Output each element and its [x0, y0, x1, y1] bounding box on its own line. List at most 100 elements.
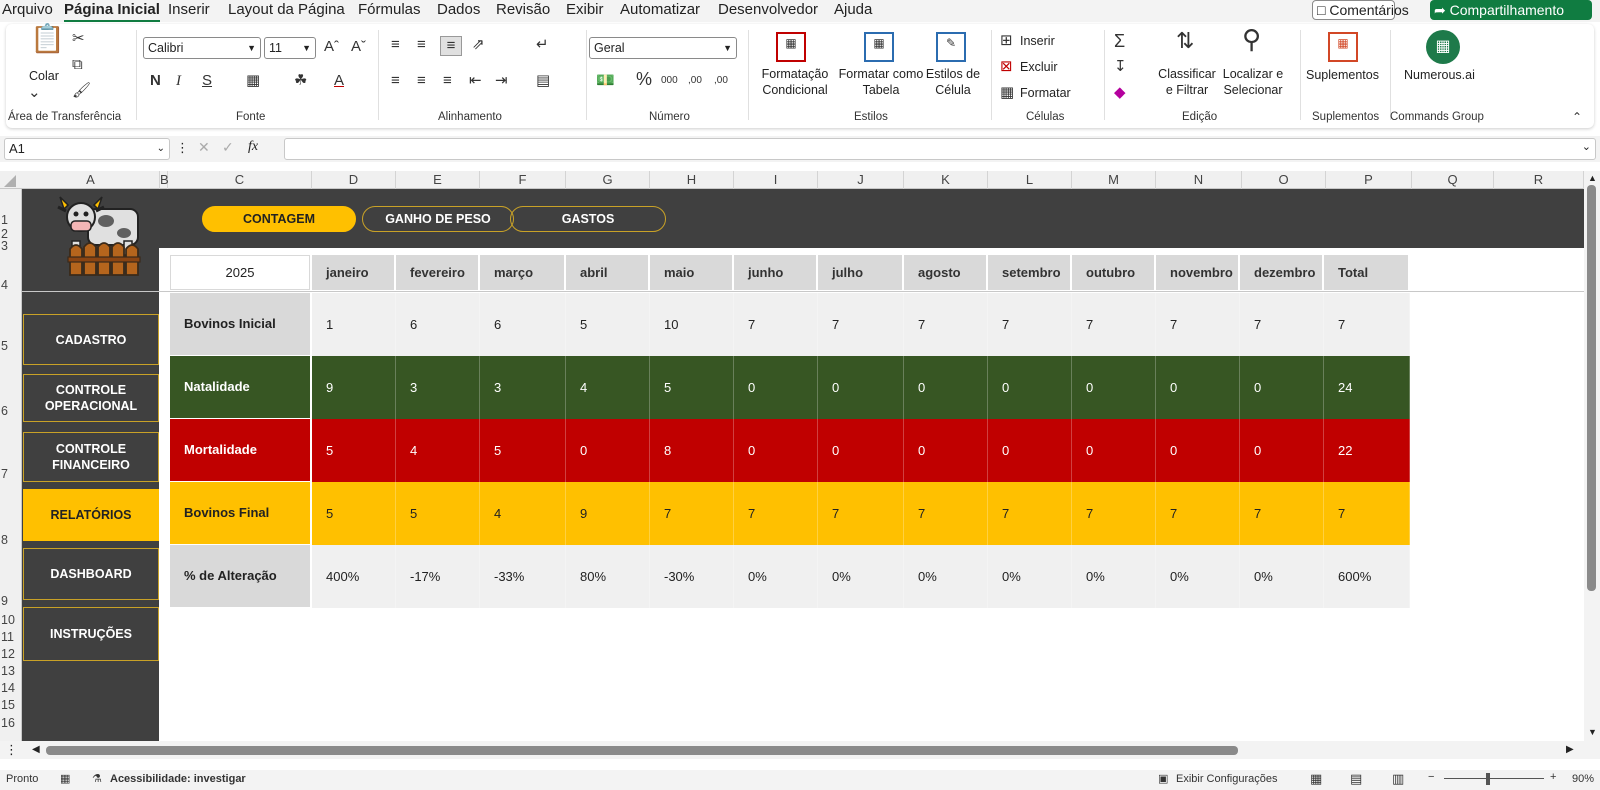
table-cell[interactable]: 1: [312, 293, 396, 356]
table-cell[interactable]: 0: [566, 419, 650, 482]
zoom-out-icon[interactable]: −: [1428, 771, 1434, 783]
nav-cadastro[interactable]: CADASTRO: [23, 314, 159, 365]
table-cell[interactable]: 7: [904, 482, 988, 545]
sort-filter-icon[interactable]: ⇅: [1176, 30, 1194, 52]
column-header-E[interactable]: E: [396, 171, 480, 189]
accessibility-status[interactable]: Acessibilidade: investigar: [110, 773, 246, 785]
row-header-1[interactable]: 1: [0, 213, 22, 227]
format-as-table-button[interactable]: Formatar como Tabela: [836, 66, 926, 98]
nav-instruções[interactable]: INSTRUÇÕES: [23, 607, 159, 661]
table-cell[interactable]: 0: [818, 356, 904, 419]
wrap-text-icon[interactable]: ↵: [536, 36, 549, 54]
delete-cells-button[interactable]: Excluir: [1020, 59, 1058, 75]
clear-icon[interactable]: ◆: [1114, 84, 1126, 102]
vertical-scroll-thumb[interactable]: [1587, 185, 1596, 591]
table-cell[interactable]: 8: [650, 419, 734, 482]
zoom-in-icon[interactable]: +: [1550, 771, 1556, 783]
table-cell[interactable]: 5: [312, 482, 396, 545]
increase-font-icon[interactable]: Aˆ: [324, 38, 339, 56]
horizontal-scrollbar[interactable]: ⋮ ◀ ▶: [0, 741, 1600, 759]
column-header-Q[interactable]: Q: [1412, 171, 1494, 189]
nav-controle-operacional[interactable]: CONTROLE OPERACIONAL: [23, 374, 159, 422]
month-header[interactable]: Total: [1324, 255, 1408, 290]
page-break-icon[interactable]: ▥: [1392, 771, 1404, 787]
normal-view-icon[interactable]: ▦: [1310, 771, 1322, 787]
month-header[interactable]: maio: [650, 255, 732, 290]
column-header-C[interactable]: C: [168, 171, 312, 189]
table-cell[interactable]: 0: [818, 419, 904, 482]
menu-item-1[interactable]: Página Inicial: [64, 0, 160, 22]
align-right-icon[interactable]: ≡: [443, 72, 452, 90]
table-cell[interactable]: 0%: [818, 545, 904, 608]
table-cell[interactable]: 5: [480, 419, 566, 482]
menu-item-5[interactable]: Dados: [437, 0, 480, 22]
row-label[interactable]: Bovinos Inicial: [170, 293, 310, 355]
table-cell[interactable]: 3: [396, 356, 480, 419]
row-header-13[interactable]: 13: [0, 664, 22, 678]
row-header-8[interactable]: 8: [0, 533, 22, 547]
table-cell[interactable]: -33%: [480, 545, 566, 608]
tab-ganho-de-peso[interactable]: GANHO DE PESO: [362, 206, 514, 232]
decrease-indent-icon[interactable]: ⇤: [469, 72, 482, 90]
menu-item-0[interactable]: Arquivo: [2, 0, 53, 22]
table-cell[interactable]: 7: [1156, 293, 1240, 356]
formula-input[interactable]: ⌄: [284, 138, 1596, 160]
numerous-ai-icon[interactable]: ▦: [1426, 30, 1460, 64]
nav-controle-financeiro[interactable]: CONTROLE FINANCEIRO: [23, 432, 159, 482]
month-header[interactable]: abril: [566, 255, 648, 290]
month-header[interactable]: março: [480, 255, 564, 290]
font-name-select[interactable]: Calibri ▼: [143, 37, 261, 59]
column-header-G[interactable]: G: [566, 171, 650, 189]
addins-icon[interactable]: ▦: [1328, 32, 1358, 62]
fill-icon[interactable]: ↧: [1114, 58, 1127, 76]
menu-item-2[interactable]: Inserir: [168, 0, 210, 22]
table-cell[interactable]: 7: [818, 482, 904, 545]
column-header-B[interactable]: B: [160, 171, 169, 189]
orientation-icon[interactable]: ⇗: [472, 36, 485, 54]
display-settings-icon[interactable]: ▣: [1158, 772, 1168, 785]
format-as-table-icon[interactable]: ▦: [864, 32, 894, 62]
row-header-10[interactable]: 10: [0, 613, 22, 627]
table-cell[interactable]: 0: [904, 356, 988, 419]
scroll-up-icon[interactable]: ▲: [1588, 173, 1597, 183]
borders-icon[interactable]: ▦: [246, 72, 260, 90]
month-header[interactable]: fevereiro: [396, 255, 478, 290]
table-cell[interactable]: 0: [1240, 356, 1324, 419]
table-cell[interactable]: 7: [1324, 293, 1410, 356]
zoom-slider[interactable]: [1444, 778, 1544, 779]
vertical-scrollbar[interactable]: ▲ ▼: [1584, 171, 1600, 741]
table-cell[interactable]: 7: [988, 293, 1072, 356]
column-header-M[interactable]: M: [1072, 171, 1156, 189]
table-cell[interactable]: 6: [396, 293, 480, 356]
column-header-A[interactable]: A: [22, 171, 160, 189]
table-cell[interactable]: 0%: [1156, 545, 1240, 608]
nav-dashboard[interactable]: DASHBOARD: [23, 548, 159, 600]
insert-cells-button[interactable]: Inserir: [1020, 33, 1055, 49]
row-label[interactable]: % de Alteração: [170, 545, 310, 607]
name-box[interactable]: A1 ⌄: [4, 138, 170, 160]
table-cell[interactable]: 22: [1324, 419, 1410, 482]
format-cells-icon[interactable]: ▦: [1000, 84, 1014, 102]
row-header-7[interactable]: 7: [0, 467, 22, 481]
horizontal-scroll-thumb[interactable]: [46, 746, 1238, 755]
column-header-H[interactable]: H: [650, 171, 734, 189]
row-header-3[interactable]: 3: [0, 239, 22, 253]
row-label[interactable]: Natalidade: [170, 356, 310, 418]
chevron-down-icon[interactable]: ⌄: [28, 84, 41, 102]
number-format-select[interactable]: Geral ▼: [589, 37, 737, 59]
menu-item-7[interactable]: Exibir: [566, 0, 604, 22]
cell-styles-button[interactable]: Estilos de Célula: [924, 66, 982, 98]
column-header-N[interactable]: N: [1156, 171, 1242, 189]
table-cell[interactable]: 24: [1324, 356, 1410, 419]
column-header-J[interactable]: J: [818, 171, 904, 189]
column-header-F[interactable]: F: [480, 171, 566, 189]
table-cell[interactable]: 0%: [988, 545, 1072, 608]
conditional-format-button[interactable]: Formatação Condicional: [758, 66, 832, 98]
align-center-icon[interactable]: ≡: [417, 72, 426, 90]
column-header-P[interactable]: P: [1326, 171, 1412, 189]
table-cell[interactable]: 7: [650, 482, 734, 545]
tab-gastos[interactable]: GASTOS: [510, 206, 666, 232]
table-cell[interactable]: 0: [1156, 356, 1240, 419]
menu-item-3[interactable]: Layout da Página: [228, 0, 345, 22]
format-cells-button[interactable]: Formatar: [1020, 85, 1071, 101]
